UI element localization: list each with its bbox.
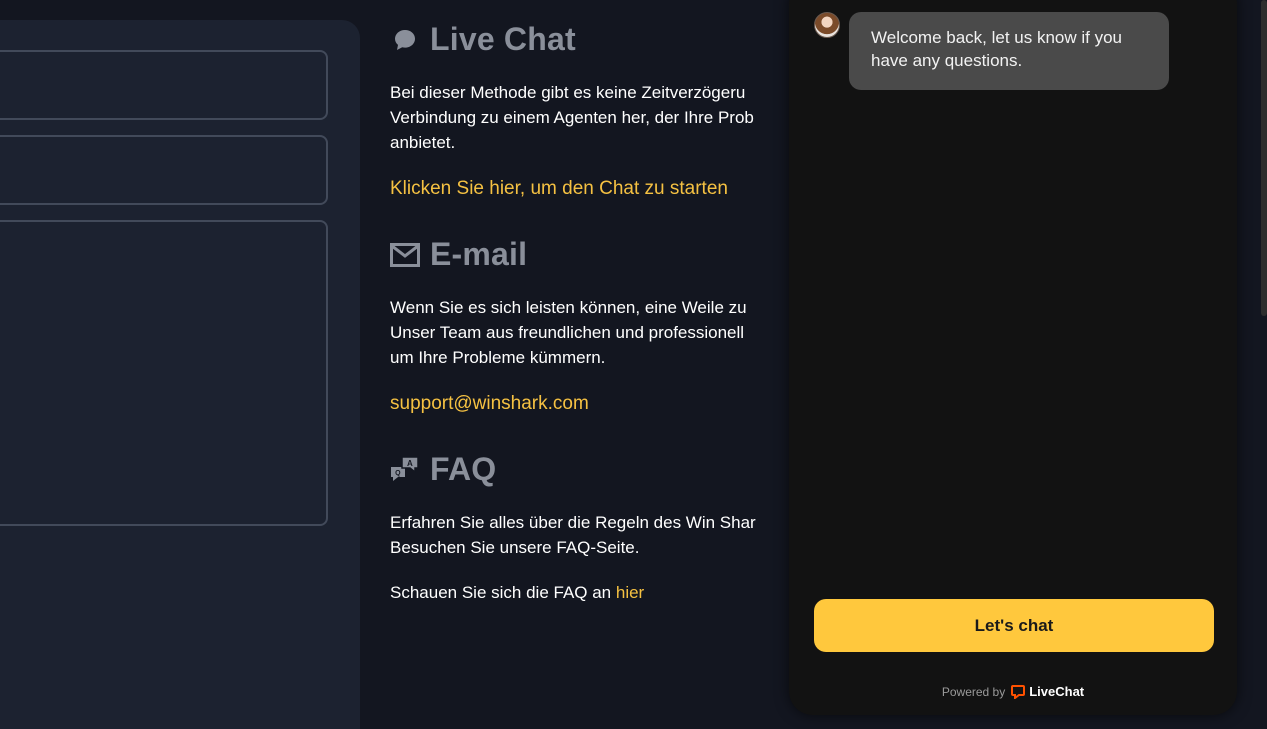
livechat-brand-text: LiveChat: [1029, 684, 1085, 699]
live-chat-heading: Live Chat: [390, 21, 576, 58]
envelope-icon: [390, 240, 420, 270]
start-chat-link[interactable]: Klicken Sie hier, um den Chat zu starten: [390, 178, 728, 200]
text-line: Bei dieser Methode gibt es keine Zeitver…: [390, 83, 746, 102]
faq-link[interactable]: hier: [616, 583, 644, 602]
support-email-link[interactable]: support@winshark.com: [390, 393, 589, 415]
svg-text:A: A: [407, 459, 413, 468]
welcome-message: Welcome back, let us know if you have an…: [849, 12, 1169, 90]
email-heading: E-mail: [390, 236, 527, 273]
lets-chat-button[interactable]: Let's chat: [814, 599, 1214, 652]
powered-by[interactable]: Powered by LiveChat: [789, 684, 1237, 699]
email-description: Wenn Sie es sich leisten können, eine We…: [390, 295, 800, 370]
page: Live Chat Bei dieser Methode gibt es kei…: [0, 0, 1267, 729]
text-line: Verbindung zu einem Agenten her, der Ihr…: [390, 108, 754, 127]
livechat-logo-icon: [1011, 684, 1026, 699]
email-field[interactable]: [0, 135, 328, 205]
email-title: E-mail: [430, 236, 528, 272]
contact-form-panel: [0, 20, 360, 729]
chat-widget: Welcome back, let us know if you have an…: [789, 0, 1237, 715]
agent-avatar: [814, 12, 840, 38]
text-line: Erfahren Sie alles über die Regeln des W…: [390, 513, 756, 532]
text-line: Besuchen Sie unsere FAQ-Seite.: [390, 538, 640, 557]
text-line: Unser Team aus freundlichen und professi…: [390, 323, 745, 342]
text-line: anbietet.: [390, 133, 456, 152]
faq-cta-text: Schauen Sie sich die FAQ an: [390, 583, 612, 602]
live-chat-description: Bei dieser Methode gibt es keine Zeitver…: [390, 80, 800, 155]
faq-cta: Schauen Sie sich die FAQ an hier: [390, 580, 800, 605]
qa-icon: A Q: [390, 455, 420, 485]
page-scrollbar[interactable]: [1261, 0, 1267, 316]
text-line: Wenn Sie es sich leisten können, eine We…: [390, 298, 747, 317]
faq-description: Erfahren Sie alles über die Regeln des W…: [390, 510, 800, 560]
livechat-brand: LiveChat: [1011, 684, 1084, 699]
name-field[interactable]: [0, 50, 328, 120]
text-line: um Ihre Probleme kümmern.: [390, 348, 606, 367]
powered-by-text: Powered by: [941, 684, 1006, 699]
faq-heading: A Q FAQ: [390, 451, 496, 488]
faq-title: FAQ: [430, 451, 497, 487]
svg-text:Q: Q: [395, 470, 401, 477]
speech-bubble-icon: [390, 25, 420, 55]
live-chat-title: Live Chat: [430, 21, 576, 57]
message-textarea[interactable]: [0, 220, 328, 526]
